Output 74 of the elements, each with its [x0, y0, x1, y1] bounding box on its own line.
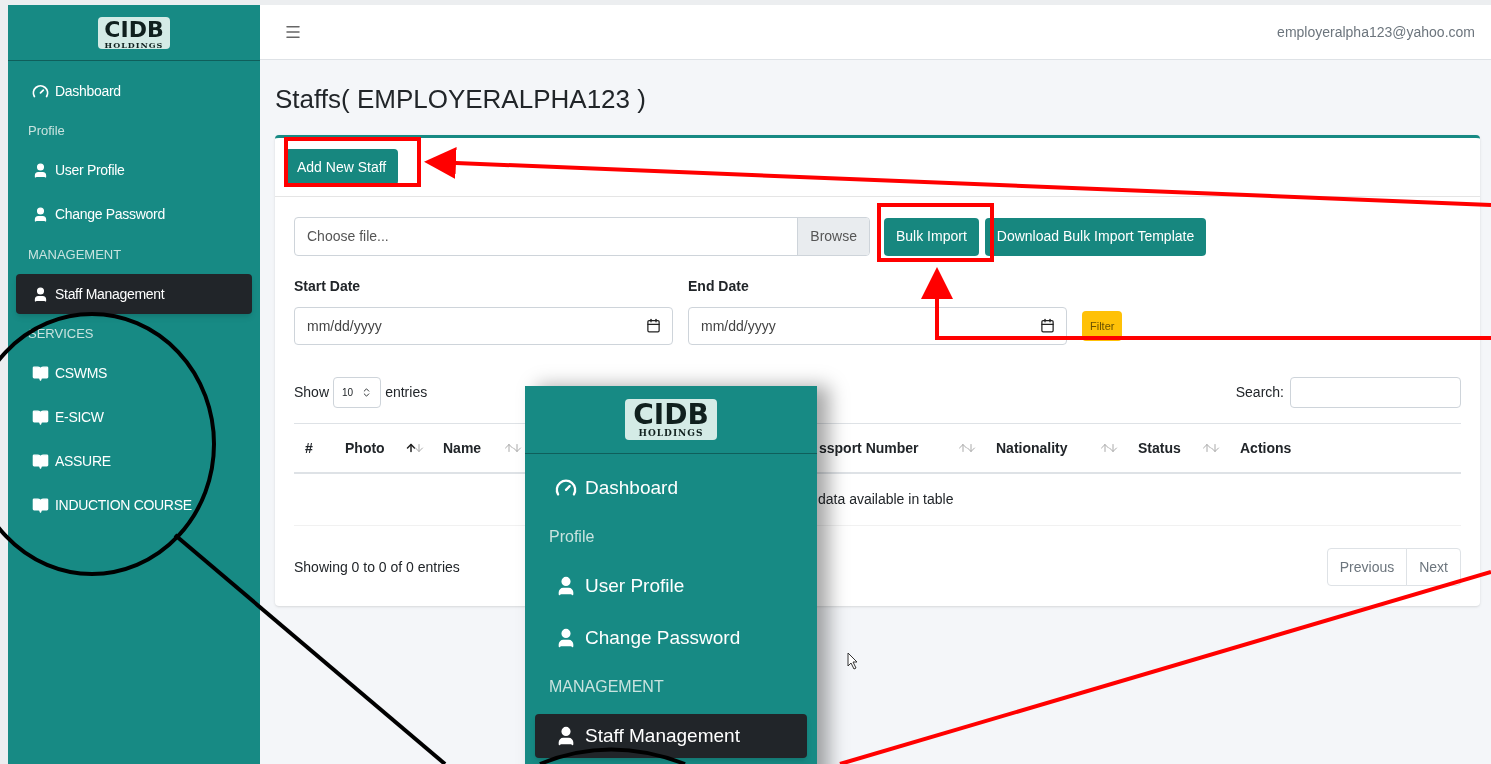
date-field[interactable]: mm/dd/yyyy — [688, 307, 1067, 345]
date-field[interactable]: mm/dd/yyyy — [294, 307, 673, 345]
nav-item[interactable]: User Profile — [16, 150, 252, 191]
nav-item-label: CSWMS — [55, 364, 108, 383]
column-header[interactable]: Actions — [1240, 437, 1461, 459]
nav-item[interactable]: Change Password — [16, 194, 252, 235]
nav-item[interactable]: ASSURE — [16, 441, 252, 482]
nav-item[interactable]: Change Password — [535, 616, 807, 660]
nav-item-label: ASSURE — [55, 452, 111, 471]
column-header[interactable]: Status — [1138, 437, 1221, 459]
book-icon — [32, 365, 49, 382]
user-icon — [32, 206, 49, 223]
bulk-import-button[interactable]: Bulk Import — [884, 217, 979, 256]
nav-item[interactable]: Staff Management — [535, 714, 807, 758]
column-header[interactable]: # — [305, 437, 334, 459]
book-icon — [32, 453, 49, 470]
nav-item-label: INDUCTION COURSE — [55, 496, 192, 515]
entries-label: entries — [385, 383, 428, 402]
nav-item[interactable]: User Profile — [535, 564, 807, 608]
nav-item[interactable]: CSWMS — [16, 353, 252, 394]
user-email: employeralpha123@yahoo.com — [1277, 22, 1475, 42]
logo-text: CIDB — [104, 18, 164, 41]
page-title: Staffs( EMPLOYERALPHA123 ) — [275, 83, 647, 116]
column-header[interactable]: ssport Number — [819, 437, 977, 459]
user-icon — [32, 285, 49, 303]
nav-item-label: User Profile — [585, 573, 685, 598]
calendar-icon[interactable] — [646, 318, 661, 333]
file-placeholder: Choose file... — [306, 227, 390, 246]
nav-item-label: E-SICW — [55, 408, 104, 427]
logo-subtext: HOLDINGS — [638, 429, 704, 438]
nav-section-header: MANAGEMENT — [548, 677, 665, 697]
search-field[interactable] — [1290, 377, 1461, 408]
logo-subtext: HOLDINGS — [104, 40, 164, 49]
date-label: End Date — [688, 277, 750, 296]
user-icon — [32, 162, 49, 179]
pagination-button[interactable]: Previous — [1326, 548, 1408, 586]
logo-text: CIDB — [633, 401, 709, 429]
sort-icon[interactable] — [405, 442, 425, 454]
nav-item-label: Change Password — [585, 625, 741, 650]
nav-item-label: Staff Management — [585, 723, 740, 748]
nav-section-header: Profile — [548, 527, 596, 547]
download-template-button[interactable]: Download Bulk Import Template — [984, 217, 1207, 256]
table-info: Showing 0 to 0 of 0 entries — [294, 557, 460, 577]
pagination-button[interactable]: Next — [1406, 548, 1461, 586]
nav-item[interactable]: Dashboard — [535, 466, 807, 510]
add-staff-button[interactable]: Add New Staff — [285, 149, 399, 185]
entries-select[interactable]: 10 — [333, 377, 382, 408]
nav-item[interactable]: E-SICW — [16, 397, 252, 438]
nav-item[interactable]: INDUCTION COURSE — [16, 485, 252, 526]
nav-item-label: Dashboard — [585, 475, 678, 500]
nav-item-label: Change Password — [55, 205, 165, 224]
browse-button[interactable]: Browse — [797, 218, 869, 255]
nav-section-header: Profile — [27, 122, 66, 140]
column-header[interactable]: Nationality — [996, 437, 1119, 459]
menu-icon[interactable] — [284, 23, 302, 41]
column-header[interactable]: Photo — [345, 437, 425, 459]
date-label: Start Date — [294, 277, 362, 296]
book-icon — [32, 409, 49, 426]
mouse-cursor-icon — [847, 652, 858, 670]
column-header[interactable]: Name — [443, 437, 523, 459]
show-label: Show — [294, 383, 330, 402]
book-icon — [32, 497, 49, 514]
nav-section-header: SERVICES — [27, 325, 95, 343]
nav-item[interactable]: Staff Management — [16, 274, 252, 314]
nav-item-label: Staff Management — [55, 284, 165, 304]
empty-table-message: data available in table — [818, 490, 954, 509]
nav-item[interactable]: Dashboard — [16, 71, 252, 111]
search-label: Search: — [1235, 383, 1284, 402]
file-input[interactable]: Choose file... Browse — [294, 217, 870, 256]
nav-item-label: User Profile — [55, 161, 125, 180]
calendar-icon[interactable] — [1040, 318, 1055, 333]
nav-section-header: MANAGEMENT — [27, 245, 123, 264]
nav-item-label: Dashboard — [55, 81, 121, 101]
dashboard-icon — [32, 82, 49, 100]
